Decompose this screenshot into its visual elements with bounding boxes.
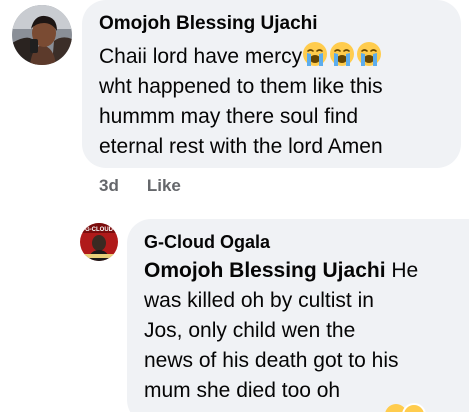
replier-avatar[interactable]: G-CLOUD: [80, 223, 118, 261]
comment-text: Chaii lord have mercy wht happened to th…: [99, 41, 447, 162]
comment-line-3: hummm may there soul find: [99, 105, 359, 128]
reply-line-5: mum she died too oh: [144, 379, 341, 402]
profile-photo-icon: [12, 5, 72, 65]
reply-bubble: G-Cloud Ogala Omojoh Blessing Ujachi He …: [127, 219, 469, 412]
reply-line-3: Jos, only child wen the: [144, 319, 356, 342]
comment-line-2: wht happened to them like this: [99, 75, 383, 98]
mention-link[interactable]: Omojoh Blessing Ujachi: [144, 259, 386, 282]
loudly-crying-face-icon: [356, 41, 382, 67]
reply-line-1-rest: He: [385, 259, 419, 282]
reply-text: Omojoh Blessing Ujachi He was killed oh …: [144, 256, 469, 406]
comment-thread: Omojoh Blessing Ujachi Chaii lord have m…: [0, 0, 469, 412]
comment-meta: 3d Like: [99, 176, 181, 196]
comment-author[interactable]: Omojoh Blessing Ujachi: [99, 10, 447, 37]
comment-bubble: Omojoh Blessing Ujachi Chaii lord have m…: [82, 0, 461, 168]
emoji-reaction-icon: [402, 403, 426, 412]
profile-photo-icon: G-CLOUD: [80, 223, 118, 261]
comment-line-4: eternal rest with the lord Amen: [99, 135, 383, 158]
comment-line-1: Chaii lord have mercy: [99, 45, 303, 68]
loudly-crying-face-icon: [329, 41, 355, 67]
svg-text:G-CLOUD: G-CLOUD: [85, 227, 114, 233]
crying-emoji-group: [302, 41, 382, 67]
loudly-crying-face-icon: [302, 41, 328, 67]
reaction-summary[interactable]: [384, 403, 428, 412]
reply-line-2: was killed oh by cultist in: [144, 289, 374, 312]
reply-line-4: news of his death got to his: [144, 349, 399, 372]
comment-timestamp[interactable]: 3d: [99, 176, 119, 195]
commenter-avatar[interactable]: [12, 5, 72, 65]
like-button[interactable]: Like: [147, 176, 181, 195]
reply-author[interactable]: G-Cloud Ogala: [144, 230, 469, 254]
